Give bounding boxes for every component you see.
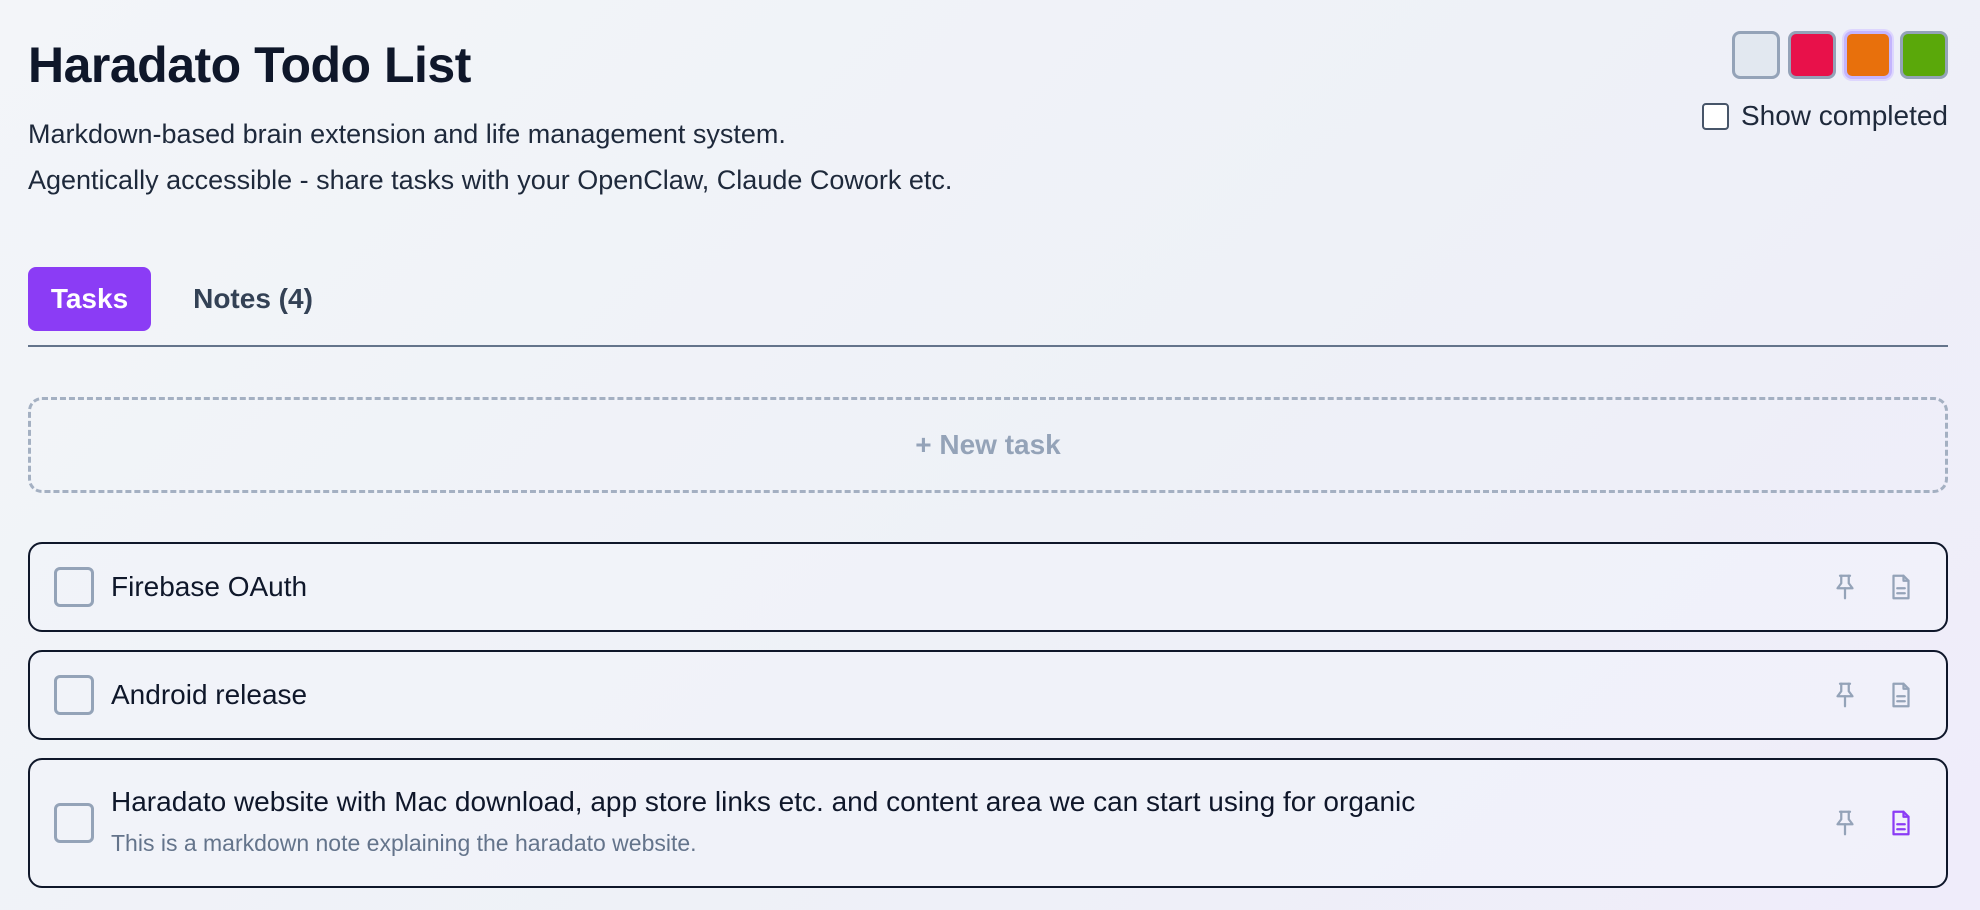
document-icon[interactable] [1884, 678, 1918, 712]
document-icon[interactable] [1884, 806, 1918, 840]
page-title: Haradato Todo List [28, 37, 471, 93]
subtitle-line-1: Markdown-based brain extension and life … [28, 119, 786, 149]
task-checkbox[interactable] [54, 675, 94, 715]
pin-icon[interactable] [1828, 570, 1862, 604]
task-row: Firebase OAuth [28, 542, 1948, 632]
show-completed-toggle[interactable]: Show completed [1701, 100, 1948, 132]
show-completed-checkbox[interactable] [1701, 102, 1729, 130]
swatch-red[interactable] [1788, 31, 1836, 79]
theme-swatches [1732, 31, 1948, 79]
pin-icon[interactable] [1828, 806, 1862, 840]
tab-tasks[interactable]: Tasks [28, 267, 151, 331]
task-checkbox[interactable] [54, 803, 94, 843]
swatch-light[interactable] [1732, 31, 1780, 79]
task-checkbox[interactable] [54, 567, 94, 607]
app-root: Haradato Todo List Markdown-based brain … [28, 0, 1948, 910]
task-title[interactable]: Haradato website with Mac download, app … [111, 786, 1415, 818]
task-note-preview: This is a markdown note explaining the h… [111, 830, 697, 856]
task-title[interactable]: Android release [111, 679, 307, 711]
task-title[interactable]: Firebase OAuth [111, 571, 307, 603]
show-completed-label: Show completed [1740, 100, 1948, 131]
task-row: Android release [28, 650, 1948, 740]
tab-notes[interactable]: Notes (4) [178, 267, 328, 331]
document-icon[interactable] [1884, 570, 1918, 604]
tab-bar: Tasks Notes (4) [28, 267, 1948, 347]
task-row: Haradato website with Mac download, app … [28, 758, 1948, 888]
subtitle-line-2: Agentically accessible - share tasks wit… [28, 165, 953, 195]
swatch-orange[interactable] [1844, 31, 1892, 79]
new-task-button[interactable]: + New task [28, 397, 1948, 493]
swatch-green[interactable] [1900, 31, 1948, 79]
pin-icon[interactable] [1828, 678, 1862, 712]
